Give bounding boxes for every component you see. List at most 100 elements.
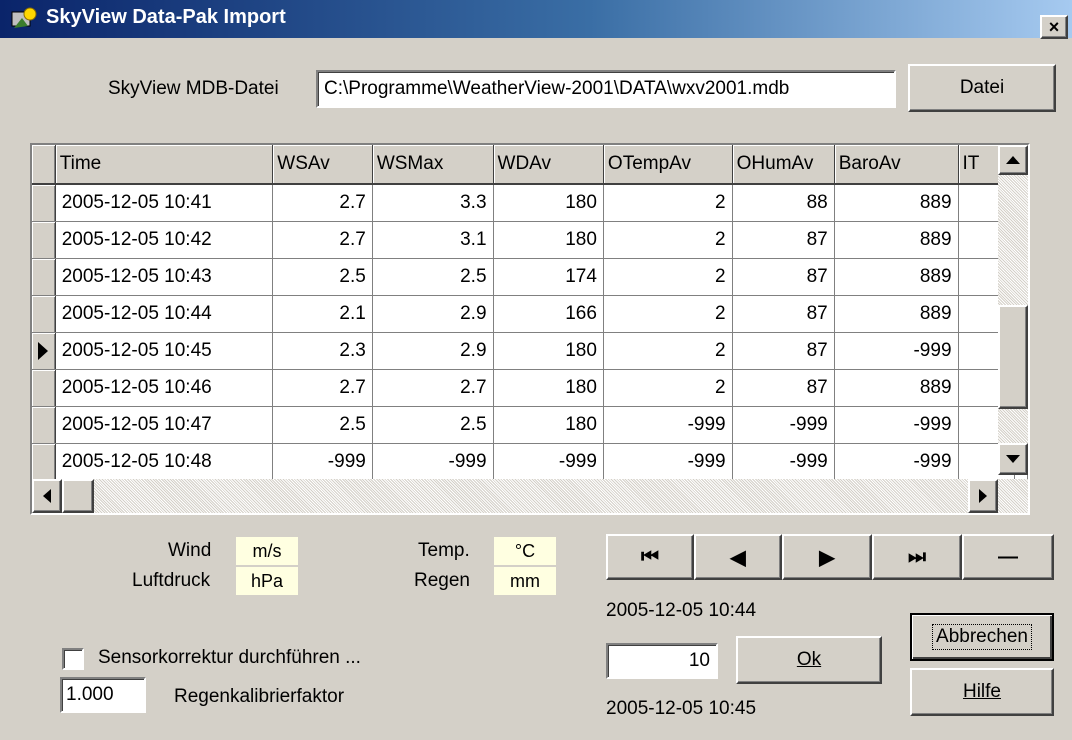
table-cell[interactable]: 2	[603, 258, 733, 296]
table-cell[interactable]: 2.1	[272, 295, 373, 333]
nav-prior-button[interactable]: ◀	[694, 534, 782, 580]
row-indicator[interactable]	[32, 258, 56, 296]
table-row[interactable]: 2005-12-05 10:46 2.7 2.7 180 2 87 889	[32, 369, 1028, 407]
table-cell[interactable]: -999	[732, 443, 835, 481]
table-cell[interactable]: -999	[603, 443, 733, 481]
nav-last-button[interactable]: ⏭	[872, 534, 962, 580]
scroll-right-button[interactable]	[968, 479, 998, 513]
row-indicator[interactable]	[32, 184, 56, 222]
table-cell[interactable]: 88	[732, 184, 835, 222]
table-row[interactable]: 2005-12-05 10:48 -999 -999 -999 -999 -999 -999	[32, 443, 1028, 481]
table-cell[interactable]: -999	[834, 332, 959, 370]
column-header-wsmax[interactable]: WSMax	[372, 145, 494, 185]
file-button[interactable]: Datei	[908, 64, 1056, 112]
row-indicator[interactable]	[32, 332, 56, 370]
table-cell[interactable]: 87	[732, 369, 835, 407]
table-cell[interactable]: 2.5	[272, 258, 373, 296]
table-cell[interactable]: -999	[372, 443, 494, 481]
table-cell[interactable]: 2.9	[372, 332, 494, 370]
count-input[interactable]: 10	[606, 643, 718, 679]
table-cell[interactable]: 2	[603, 221, 733, 259]
ok-button[interactable]: Ok	[736, 636, 882, 684]
column-header-time[interactable]: Time	[55, 145, 274, 185]
column-header-otempav[interactable]: OTempAv	[603, 145, 733, 185]
close-button[interactable]: ×	[1040, 15, 1068, 39]
table-cell[interactable]: -999	[834, 406, 959, 444]
nav-first-button[interactable]: ⏮	[606, 534, 694, 580]
table-row[interactable]: 2005-12-05 10:41 2.7 3.3 180 2 88 889	[32, 184, 1028, 222]
table-cell[interactable]: 180	[493, 369, 604, 407]
row-indicator[interactable]	[32, 295, 56, 333]
horizontal-scroll-thumb[interactable]	[62, 479, 94, 513]
table-cell[interactable]: 2	[603, 184, 733, 222]
table-cell[interactable]: 2005-12-05 10:45	[55, 332, 274, 370]
mdb-path-input[interactable]: C:\Programme\WeatherView-2001\DATA\wxv20…	[316, 70, 896, 108]
rain-factor-input[interactable]: 1.000	[60, 677, 146, 713]
table-cell[interactable]: 889	[834, 295, 959, 333]
scroll-down-button[interactable]	[998, 443, 1028, 475]
table-cell[interactable]: -999	[732, 406, 835, 444]
table-cell[interactable]: 180	[493, 406, 604, 444]
scroll-up-button[interactable]	[998, 145, 1028, 175]
table-cell[interactable]: 2005-12-05 10:43	[55, 258, 274, 296]
table-cell[interactable]: 889	[834, 369, 959, 407]
table-cell[interactable]: 889	[834, 184, 959, 222]
data-grid[interactable]: Time WSAv WSMax WDAv OTempAv OHumAv BaroAv IT 2…	[30, 143, 1030, 515]
table-cell[interactable]: 180	[493, 184, 604, 222]
table-cell[interactable]: 2.7	[272, 184, 373, 222]
column-header-wsav[interactable]: WSAv	[272, 145, 373, 185]
table-cell[interactable]: 3.3	[372, 184, 494, 222]
table-cell[interactable]: 2005-12-05 10:47	[55, 406, 274, 444]
table-cell[interactable]: 2.7	[372, 369, 494, 407]
help-button[interactable]: Hilfe	[910, 668, 1054, 716]
cancel-button[interactable]: Abbrechen	[910, 613, 1054, 661]
table-cell[interactable]: 2.5	[372, 258, 494, 296]
table-cell[interactable]: 2.9	[372, 295, 494, 333]
horizontal-scrollbar[interactable]	[32, 479, 1028, 513]
table-cell[interactable]: 2.3	[272, 332, 373, 370]
table-row[interactable]: 2005-12-05 10:42 2.7 3.1 180 2 87 889	[32, 221, 1028, 259]
table-cell[interactable]: -999	[272, 443, 373, 481]
nav-delete-button[interactable]: —	[962, 534, 1054, 580]
table-cell[interactable]: -999	[834, 443, 959, 481]
row-indicator[interactable]	[32, 406, 56, 444]
table-cell[interactable]: 2	[603, 369, 733, 407]
table-cell[interactable]: 87	[732, 332, 835, 370]
table-cell[interactable]: 889	[834, 258, 959, 296]
table-cell[interactable]: 166	[493, 295, 604, 333]
table-cell[interactable]: -999	[603, 406, 733, 444]
vertical-scroll-thumb[interactable]	[998, 305, 1028, 409]
table-cell[interactable]: 2005-12-05 10:42	[55, 221, 274, 259]
row-indicator[interactable]	[32, 221, 56, 259]
table-cell[interactable]: 2005-12-05 10:41	[55, 184, 274, 222]
nav-next-button[interactable]: ▶	[782, 534, 872, 580]
table-cell[interactable]: 174	[493, 258, 604, 296]
table-cell[interactable]: 2.7	[272, 369, 373, 407]
table-cell[interactable]: -999	[493, 443, 604, 481]
table-cell[interactable]: 2.5	[372, 406, 494, 444]
table-cell[interactable]: 87	[732, 221, 835, 259]
table-cell[interactable]: 2005-12-05 10:48	[55, 443, 274, 481]
table-row[interactable]: 2005-12-05 10:44 2.1 2.9 166 2 87 889	[32, 295, 1028, 333]
table-cell[interactable]: 2	[603, 295, 733, 333]
table-cell[interactable]: 180	[493, 332, 604, 370]
row-indicator[interactable]	[32, 369, 56, 407]
table-cell[interactable]: 3.1	[372, 221, 494, 259]
scroll-left-button[interactable]	[32, 479, 62, 513]
column-header-baroav[interactable]: BaroAv	[834, 145, 959, 185]
table-cell[interactable]: 87	[732, 295, 835, 333]
table-cell[interactable]: 2.5	[272, 406, 373, 444]
table-cell[interactable]: 2.7	[272, 221, 373, 259]
row-indicator[interactable]	[32, 443, 56, 481]
sensor-correction-checkbox[interactable]	[62, 648, 84, 670]
table-row[interactable]: 2005-12-05 10:45 2.3 2.9 180 2 87 -999	[32, 332, 1028, 370]
column-header-ohumav[interactable]: OHumAv	[732, 145, 835, 185]
table-cell[interactable]: 2005-12-05 10:44	[55, 295, 274, 333]
table-cell[interactable]: 2005-12-05 10:46	[55, 369, 274, 407]
table-cell[interactable]: 87	[732, 258, 835, 296]
table-row[interactable]: 2005-12-05 10:47 2.5 2.5 180 -999 -999 -999	[32, 406, 1028, 444]
table-cell[interactable]: 2	[603, 332, 733, 370]
table-row[interactable]: 2005-12-05 10:43 2.5 2.5 174 2 87 889	[32, 258, 1028, 296]
column-header-wdav[interactable]: WDAv	[493, 145, 604, 185]
table-cell[interactable]: 889	[834, 221, 959, 259]
